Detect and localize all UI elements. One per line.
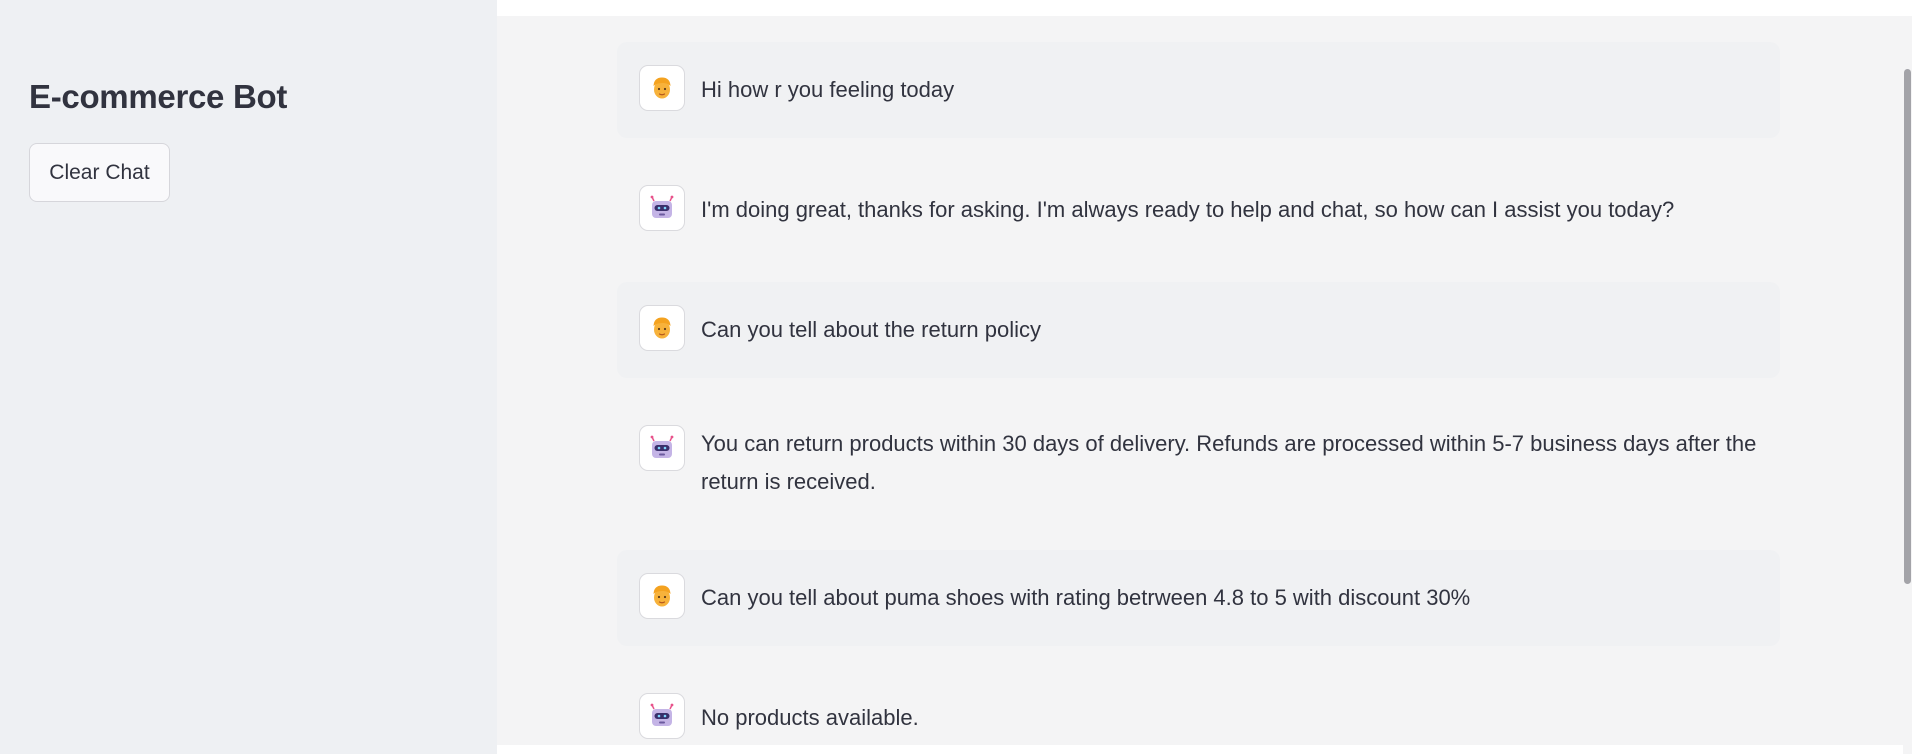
scrollbar-thumb[interactable]: [1904, 69, 1911, 584]
chat-message-assistant: You can return products within 30 days o…: [617, 402, 1780, 528]
sidebar: E-commerce Bot Clear Chat: [0, 0, 497, 754]
person-face-icon: [639, 305, 685, 351]
chat-area: Hi how r you feeling today I'm doing gre…: [497, 0, 1912, 754]
chat-message-user: Can you tell about puma shoes with ratin…: [617, 550, 1780, 646]
robot-face-icon: [639, 185, 685, 231]
input-area-edge: [497, 745, 1903, 754]
message-text: Can you tell about puma shoes with ratin…: [701, 585, 1471, 610]
message-text: No products available.: [701, 705, 919, 730]
chat-message-user: Hi how r you feeling today: [617, 42, 1780, 138]
clear-chat-button[interactable]: Clear Chat: [29, 143, 170, 202]
chat-message-user: Can you tell about the return policy: [617, 282, 1780, 378]
message-text: Can you tell about the return policy: [701, 317, 1041, 342]
header-strip: [497, 0, 1912, 16]
chat-message-assistant: No products available.: [617, 670, 1780, 745]
chat-message-assistant: I'm doing great, thanks for asking. I'm …: [617, 162, 1780, 258]
robot-face-icon: [639, 425, 685, 471]
message-text: Hi how r you feeling today: [701, 77, 955, 102]
scrollbar[interactable]: [1903, 16, 1912, 745]
robot-face-icon: [639, 693, 685, 739]
person-face-icon: [639, 65, 685, 111]
message-text: I'm doing great, thanks for asking. I'm …: [701, 197, 1675, 222]
sidebar-title: E-commerce Bot: [29, 78, 288, 115]
message-text: You can return products within 30 days o…: [701, 431, 1757, 494]
person-face-icon: [639, 573, 685, 619]
app-window: E-commerce Bot Clear Chat Hi how r you f…: [0, 0, 1912, 754]
